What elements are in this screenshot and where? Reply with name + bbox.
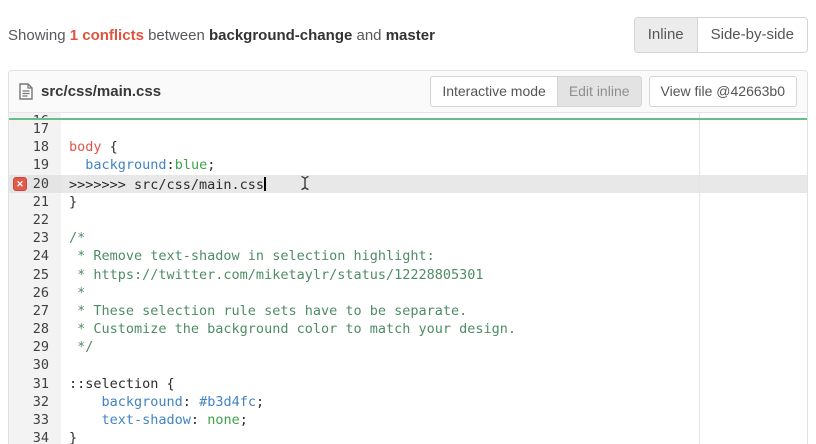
code-text[interactable]: */ (61, 338, 807, 356)
file-actions: Interactive mode Edit inline View file @… (430, 76, 797, 107)
line-number: 23 (9, 229, 49, 247)
code-text[interactable]: background: #b3d4fc; (61, 393, 807, 411)
code-line[interactable]: ✕ 32 ▾ background: #b3d4fc; (9, 393, 807, 411)
line-gutter: ✕ 24 ▾ (9, 247, 61, 265)
code-line[interactable]: ✕ 23 ▾ /* (9, 229, 807, 247)
line-gutter: ✕ 22 ▾ (9, 211, 61, 229)
line-gutter: ✕ 32 ▾ (9, 393, 61, 411)
line-gutter: ✕ 30 ▾ (9, 356, 61, 374)
code-text[interactable]: /* (61, 229, 807, 247)
code-line[interactable]: ✕ 19 ▾ background:blue; (9, 156, 807, 174)
line-gutter: ✕ 18 ▾ (9, 138, 61, 156)
code-text[interactable] (61, 356, 807, 374)
conflict-section-divider (9, 118, 807, 120)
line-number: 28 (9, 320, 49, 338)
ibeam-mouse-cursor-icon (300, 175, 310, 191)
code-line[interactable]: ✕ 25 ▾ * https://twitter.com/miketaylr/s… (9, 266, 807, 284)
code-line[interactable]: ✕ 33 ▾ text-shadow: none; (9, 411, 807, 429)
line-gutter: ✕ 27 ▾ (9, 302, 61, 320)
file-title: src/css/main.css (19, 83, 161, 100)
file-name: src/css/main.css (41, 83, 161, 100)
summary-between: between (148, 27, 205, 44)
conflict-summary-text: Showing 1 conflicts between background-c… (8, 27, 435, 44)
code-line[interactable]: ✕ 34 ▾ } (9, 429, 807, 444)
code-text[interactable]: * https://twitter.com/miketaylr/status/1… (61, 266, 807, 284)
conflict-error-icon: ✕ (13, 177, 27, 191)
line-number: 31 (9, 375, 49, 393)
code-text[interactable]: * Customize the background color to matc… (61, 320, 807, 338)
line-gutter: ✕ 29 ▾ (9, 338, 61, 356)
line-number: 26 (9, 284, 49, 302)
line-gutter: ✕ 34 ▾ (9, 429, 61, 444)
code-text[interactable]: * These selection rule sets have to be s… (61, 302, 807, 320)
inline-view-button[interactable]: Inline (634, 17, 698, 53)
line-number: 25 (9, 266, 49, 284)
line-number: 30 (9, 356, 49, 374)
code-text[interactable]: body { (61, 138, 807, 156)
code-text[interactable] (61, 120, 807, 138)
side-by-side-view-button[interactable]: Side-by-side (698, 17, 808, 53)
code-text[interactable]: } (61, 429, 807, 444)
conflict-summary-bar: Showing 1 conflicts between background-c… (0, 0, 816, 70)
code-line[interactable]: ✕ 22 ▾ (9, 211, 807, 229)
code-line[interactable]: ✕ 18 ▾ body { (9, 138, 807, 156)
summary-and: and (357, 27, 382, 44)
line-gutter: ✕ 21 ▾ (9, 193, 61, 211)
code-line[interactable]: ✕ 27 ▾ * These selection rule sets have … (9, 302, 807, 320)
line-number: 21 (9, 193, 49, 211)
line-number: 22 (9, 211, 49, 229)
text-caret (264, 177, 266, 191)
code-text[interactable]: >>>>>>> src/css/main.css (61, 175, 807, 193)
code-line[interactable]: ✕ 28 ▾ * Customize the background color … (9, 320, 807, 338)
line-number: 29 (9, 338, 49, 356)
code-line[interactable]: ✕ 17 ▾ (9, 120, 807, 138)
code-text[interactable]: * (61, 284, 807, 302)
line-gutter: ✕ 31 ▾ (9, 375, 61, 393)
code-lines: ✕ 17 ▾ ✕ 18 ▾ body { ✕ 19 ▾ background:b… (9, 120, 807, 444)
line-number: 18 (9, 138, 49, 156)
code-text[interactable]: background:blue; (61, 156, 807, 174)
code-text[interactable]: text-shadow: none; (61, 411, 807, 429)
code-text[interactable]: * Remove text-shadow in selection highli… (61, 247, 807, 265)
file-text-icon (19, 83, 33, 100)
view-mode-toggle: Inline Side-by-side (634, 17, 808, 53)
code-line[interactable]: ✕ 31 ▾ ::selection { (9, 375, 807, 393)
line-number: 33 (9, 411, 49, 429)
code-line[interactable]: ✕ 26 ▾ * (9, 284, 807, 302)
interactive-mode-button[interactable]: Interactive mode (430, 76, 558, 107)
line-gutter: ✕ 33 ▾ (9, 411, 61, 429)
code-line[interactable]: ✕ 21 ▾ } (9, 193, 807, 211)
source-branch: background-change (209, 27, 352, 44)
line-gutter: ✕ 17 ▾ (9, 120, 61, 138)
line-gutter: ✕ 23 ▾ (9, 229, 61, 247)
line-number: 27 (9, 302, 49, 320)
target-branch: master (386, 27, 435, 44)
code-text[interactable] (61, 211, 807, 229)
line-gutter: ✕ 20 ▾ (9, 175, 61, 193)
edit-mode-toggle: Interactive mode Edit inline (430, 76, 641, 107)
conflict-count: 1 conflicts (70, 27, 144, 44)
line-gutter: ✕ 19 ▾ (9, 156, 61, 174)
code-line[interactable]: ✕ 30 ▾ (9, 356, 807, 374)
code-text[interactable]: ::selection { (61, 375, 807, 393)
file-conflict-panel: src/css/main.css Interactive mode Edit i… (8, 70, 808, 444)
line-number: 19 (9, 156, 49, 174)
code-line[interactable]: ✕ 20 ▾ >>>>>>> src/css/main.css (9, 175, 807, 193)
code-line[interactable]: ✕ 24 ▾ * Remove text-shadow in selection… (9, 247, 807, 265)
edit-inline-button[interactable]: Edit inline (558, 76, 642, 107)
line-gutter: ✕ 28 ▾ (9, 320, 61, 338)
line-number: 17 (9, 120, 49, 138)
line-number: 24 (9, 247, 49, 265)
line-number: 32 (9, 393, 49, 411)
summary-prefix: Showing (8, 27, 66, 44)
file-header: src/css/main.css Interactive mode Edit i… (9, 71, 807, 113)
code-editor[interactable]: 16 ✕ 17 ▾ ✕ 18 ▾ body { ✕ 19 ▾ backgroun… (9, 113, 807, 444)
code-line[interactable]: ✕ 29 ▾ */ (9, 338, 807, 356)
line-number: 34 (9, 429, 49, 444)
line-gutter: ✕ 25 ▾ (9, 266, 61, 284)
view-file-button[interactable]: View file @42663b0 (649, 76, 797, 107)
code-text[interactable]: } (61, 193, 807, 211)
line-gutter: ✕ 26 ▾ (9, 284, 61, 302)
